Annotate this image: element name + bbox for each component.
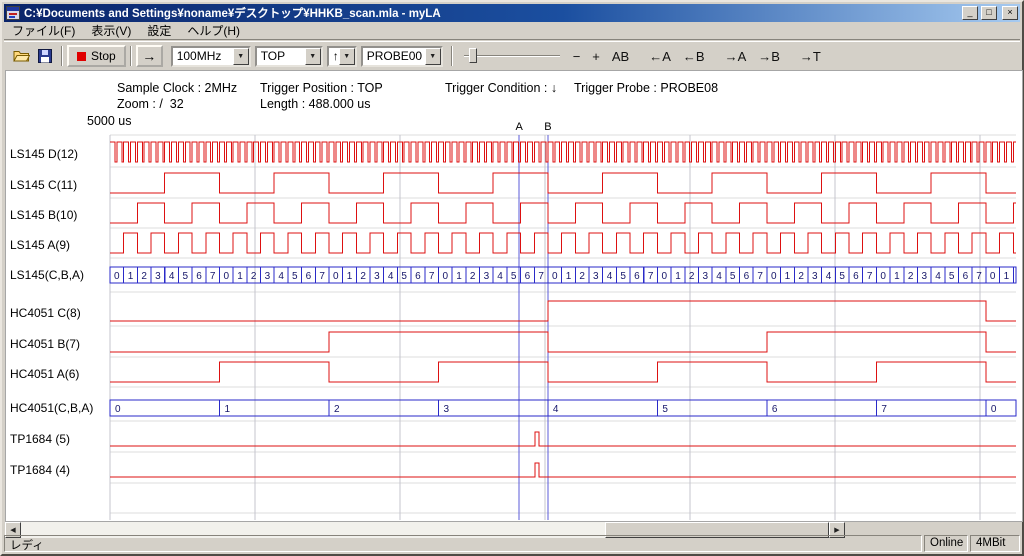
app-icon [6, 6, 21, 20]
toolbar-separator [451, 46, 453, 66]
save-button[interactable] [33, 45, 57, 67]
open-file-button[interactable] [9, 45, 33, 67]
move-marker-a-left-button[interactable]: ←A [643, 47, 677, 66]
zoom-slider-track [464, 55, 560, 57]
probe-select[interactable]: PROBE00 ▼ [361, 46, 443, 67]
toolbar: Stop → 100MHz ▼ TOP ▼ ↑ ▼ PROBE00 ▼ − + … [4, 41, 1020, 70]
trigger-position-select[interactable]: TOP ▼ [255, 46, 323, 67]
run-step-button[interactable]: → [136, 45, 163, 67]
stop-button[interactable]: Stop [67, 45, 126, 67]
trigger-edge-value: ↑ [329, 49, 339, 63]
chevron-down-icon[interactable]: ▼ [425, 48, 441, 65]
zoom-in-button[interactable]: + [586, 47, 606, 66]
probe-value: PROBE00 [363, 49, 425, 63]
menu-help[interactable]: ヘルプ(H) [179, 21, 248, 40]
chevron-down-icon[interactable]: ▼ [339, 48, 355, 65]
goto-trigger-button[interactable]: →T [794, 47, 827, 66]
trigger-condition-info: Trigger Condition : ↓ [445, 81, 557, 95]
toolbar-separator [130, 46, 132, 66]
status-message: レディ [4, 535, 922, 552]
stop-icon [77, 52, 86, 61]
minimize-button[interactable]: _ [962, 6, 978, 20]
move-marker-b-right-button[interactable]: →B [752, 47, 786, 66]
sample-clock-value: 100MHz [173, 49, 233, 63]
length-info: Length : 488.000 us [260, 97, 371, 111]
trigger-edge-select[interactable]: ↑ ▼ [327, 46, 357, 67]
stop-label: Stop [91, 49, 116, 63]
waveform-panel [5, 70, 1023, 522]
toolbar-separator [61, 46, 63, 66]
move-marker-a-right-button[interactable]: →A [719, 47, 753, 66]
time-division-label: 5000 us [87, 114, 131, 128]
zoom-info: Zoom : / 32 [117, 97, 184, 111]
menu-bar: ファイル(F) 表示(V) 設定 ヘルプ(H) [4, 22, 1020, 40]
chevron-down-icon[interactable]: ▼ [305, 48, 321, 65]
menu-file[interactable]: ファイル(F) [4, 21, 83, 40]
chevron-down-icon[interactable]: ▼ [233, 48, 249, 65]
app-window: C:¥Documents and Settings¥noname¥デスクトップ¥… [0, 0, 1024, 556]
trigger-position-value: TOP [257, 49, 305, 63]
window-title: C:¥Documents and Settings¥noname¥デスクトップ¥… [24, 5, 959, 21]
zoom-slider-handle[interactable] [469, 48, 477, 63]
zoom-slider[interactable] [460, 45, 564, 67]
sample-clock-select[interactable]: 100MHz ▼ [171, 46, 251, 67]
online-indicator: Online [924, 535, 968, 552]
memory-indicator: 4MBit [970, 535, 1020, 552]
menu-view[interactable]: 表示(V) [83, 21, 139, 40]
sample-clock-info: Sample Clock : 2MHz [117, 81, 237, 95]
status-bar: レディ Online 4MBit [4, 535, 1020, 552]
title-bar[interactable]: C:¥Documents and Settings¥noname¥デスクトップ¥… [4, 4, 1020, 22]
trigger-position-info: Trigger Position : TOP [260, 81, 383, 95]
move-marker-b-left-button[interactable]: ←B [677, 47, 711, 66]
maximize-button[interactable]: □ [981, 6, 997, 20]
close-button[interactable]: × [1002, 6, 1018, 20]
trigger-probe-info: Trigger Probe : PROBE08 [574, 81, 718, 95]
menu-settings[interactable]: 設定 [139, 21, 179, 40]
zoom-out-button[interactable]: − [567, 47, 587, 66]
ab-span-button[interactable]: AB [606, 47, 635, 66]
